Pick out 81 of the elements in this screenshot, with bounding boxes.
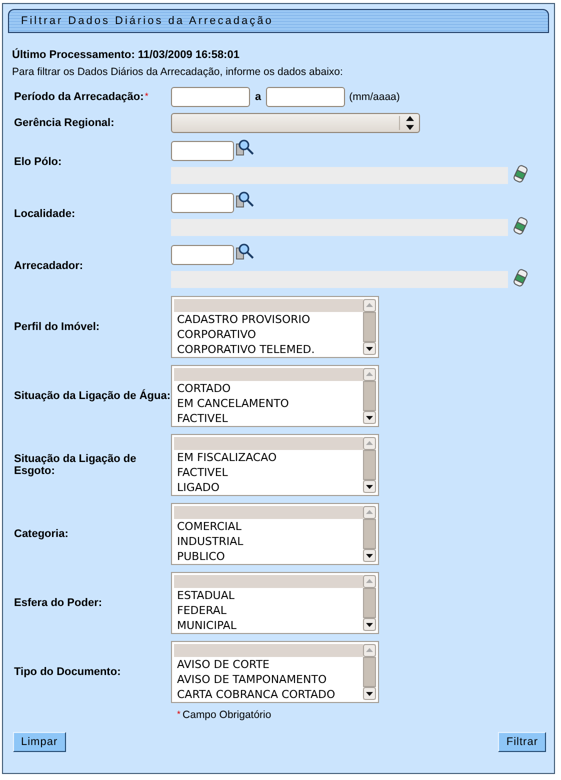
format-hint: (mm/aaaa) xyxy=(349,91,400,103)
filter-button[interactable]: Filtrar xyxy=(498,732,546,752)
list-option[interactable]: MUNICIPAL xyxy=(174,618,363,630)
list-box[interactable]: CADASTRO PROVISORIO CORPORATIVO CORPORATIVO TELEMED. xyxy=(171,296,379,358)
list-option[interactable]: CORPORATIVO xyxy=(174,326,363,342)
panel-title: Filtrar Dados Diários da Arrecadação xyxy=(8,9,549,33)
start-date-field[interactable] xyxy=(171,87,250,107)
scrollbar[interactable] xyxy=(363,436,376,492)
field-label: Período da Arrecadação: xyxy=(14,91,144,103)
scroll-thumb[interactable] xyxy=(363,380,376,410)
field-label: Elo Pólo: xyxy=(14,156,62,168)
scroll-up-icon[interactable] xyxy=(363,368,376,380)
scroll-thumb[interactable] xyxy=(363,518,376,548)
search-icon[interactable] xyxy=(236,190,255,208)
scroll-down-icon[interactable] xyxy=(363,410,376,424)
eraser-icon[interactable] xyxy=(513,268,529,286)
required-mark: * xyxy=(144,91,148,101)
eraser-icon[interactable] xyxy=(513,216,529,234)
dropdown[interactable] xyxy=(171,113,420,133)
list-box[interactable]: COMERCIAL INDUSTRIAL PUBLICO xyxy=(171,502,379,564)
scrollbar[interactable] xyxy=(363,506,376,562)
list-box[interactable]: ESTADUAL FEDERAL MUNICIPAL xyxy=(171,572,379,634)
list-option[interactable]: EM FISCALIZACAO xyxy=(174,450,363,464)
scroll-up-icon[interactable] xyxy=(363,574,376,588)
list-option[interactable]: AVISO DE CORTE xyxy=(174,656,363,672)
end-date-field[interactable] xyxy=(266,87,346,107)
list-option[interactable]: FACTIVEL xyxy=(174,410,363,424)
list-option[interactable]: PUBLICO xyxy=(174,548,363,562)
list-option[interactable]: INDUSTRIAL xyxy=(174,534,363,548)
scroll-up-icon[interactable] xyxy=(363,436,376,450)
required-mark: * xyxy=(177,709,181,719)
field-label: Arrecadador: xyxy=(14,260,84,272)
field-label: Esfera do Poder: xyxy=(14,596,102,608)
scrollbar[interactable] xyxy=(363,368,376,424)
code-field[interactable] xyxy=(171,192,234,212)
scrollbar[interactable] xyxy=(363,298,376,354)
search-icon[interactable] xyxy=(236,242,255,260)
scroll-thumb[interactable] xyxy=(363,450,376,480)
last-processing-text: Último Processamento: 11/03/2009 16:58:01 xyxy=(12,49,240,61)
clear-button[interactable]: Limpar xyxy=(13,732,66,752)
scroll-thumb[interactable] xyxy=(363,656,376,686)
list-option[interactable]: COMERCIAL xyxy=(174,518,363,534)
field-label: Categoria: xyxy=(14,528,68,540)
list-option[interactable]: EM CANCELAMENTO xyxy=(174,396,363,410)
code-field[interactable] xyxy=(171,244,234,264)
search-icon[interactable] xyxy=(236,138,255,156)
scroll-down-icon[interactable] xyxy=(363,686,376,700)
scroll-down-icon[interactable] xyxy=(363,480,376,492)
separator-text: a xyxy=(255,91,262,103)
scroll-down-icon[interactable] xyxy=(363,342,376,354)
scroll-up-icon[interactable] xyxy=(363,644,376,656)
list-box[interactable]: CORTADO EM CANCELAMENTO FACTIVEL xyxy=(171,364,379,426)
list-option[interactable]: FEDERAL xyxy=(174,602,363,618)
field-label: Localidade: xyxy=(14,208,76,220)
scrollbar[interactable] xyxy=(363,644,376,700)
field-label: Tipo do Documento: xyxy=(14,666,121,678)
field-label: Situação da Ligação de Esgoto: xyxy=(14,452,136,476)
instructions-text: Para filtrar os Dados Diários da Arrecadação, informe os dados abaixo: xyxy=(12,66,344,78)
list-option[interactable]: CORPORATIVO TELEMED. xyxy=(174,342,363,354)
eraser-icon[interactable] xyxy=(513,164,529,182)
field-label: Perfil do Imóvel: xyxy=(14,320,100,332)
scroll-down-icon[interactable] xyxy=(363,548,376,562)
list-option[interactable]: LIGADO xyxy=(174,480,363,492)
list-option[interactable]: AVISO DE TAMPONAMENTO xyxy=(174,672,363,686)
list-box[interactable]: AVISO DE CORTE AVISO DE TAMPONAMENTO CARTA COBRANCA CORTADO xyxy=(171,640,379,702)
scrollbar[interactable] xyxy=(363,574,376,630)
scroll-up-icon[interactable] xyxy=(363,298,376,312)
field-label: Gerência Regional: xyxy=(14,117,114,129)
list-option[interactable]: FACTIVEL xyxy=(174,464,363,480)
scroll-up-icon[interactable] xyxy=(363,506,376,518)
list-option[interactable]: CARTA COBRANCA CORTADO xyxy=(174,686,363,700)
list-option[interactable]: CADASTRO PROVISORIO xyxy=(174,312,363,326)
scroll-thumb[interactable] xyxy=(363,588,376,618)
field-label: Situação da Ligação de Água: xyxy=(14,390,170,402)
list-option[interactable]: ESTADUAL xyxy=(174,588,363,602)
code-field[interactable] xyxy=(171,140,234,160)
required-note: Campo Obrigatório xyxy=(182,709,272,721)
scroll-down-icon[interactable] xyxy=(363,618,376,630)
scroll-thumb[interactable] xyxy=(363,312,376,342)
list-box[interactable]: EM FISCALIZACAO FACTIVEL LIGADO xyxy=(171,434,379,496)
list-option[interactable]: CORTADO xyxy=(174,380,363,396)
